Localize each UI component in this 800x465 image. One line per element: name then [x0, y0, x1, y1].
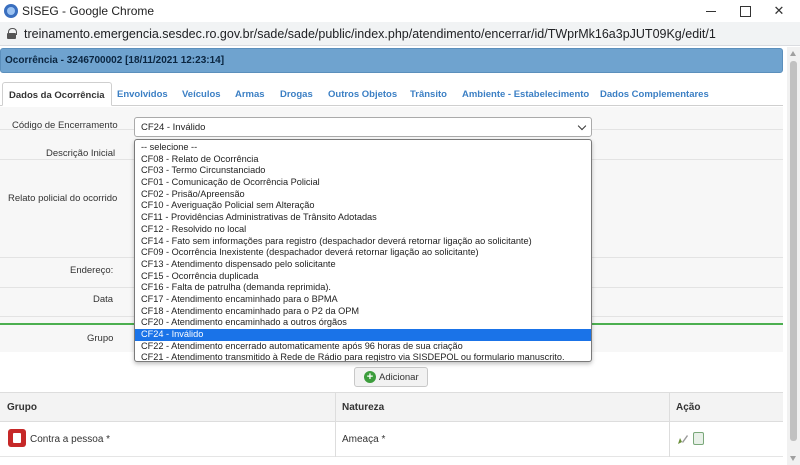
scroll-up-icon[interactable]: [790, 51, 796, 56]
codigo-encerramento-label: Código de Encerramento: [12, 120, 118, 131]
tab-drogas[interactable]: Drogas: [280, 82, 313, 106]
tab-dados-ocorrencia[interactable]: Dados da Ocorrência: [2, 82, 112, 106]
header-acao: Ação: [676, 402, 701, 413]
tab-armas[interactable]: Armas: [235, 82, 265, 106]
add-button[interactable]: + Adicionar: [354, 367, 428, 387]
relato-policial-label: Relato policial do ocorrido: [8, 193, 118, 204]
tab-ambiente-estabelecimento[interactable]: Ambiente - Estabelecimento: [462, 82, 589, 106]
dropdown-option[interactable]: CF20 - Atendimento encaminhado a outros …: [135, 317, 591, 329]
column-divider: [335, 392, 336, 457]
dropdown-option[interactable]: CF15 - Ocorrência duplicada: [135, 271, 591, 283]
descricao-inicial-label: Descrição Inicial: [46, 148, 116, 159]
tab-transito[interactable]: Trânsito: [410, 82, 447, 106]
window-title: SISEG - Google Chrome: [22, 4, 155, 18]
dropdown-option[interactable]: CF08 - Relato de Ocorrência: [135, 154, 591, 166]
tab-envolvidos[interactable]: Envolvidos: [117, 82, 168, 106]
grupo-label: Grupo: [87, 333, 114, 344]
tab-dados-complementares[interactable]: Dados Complementares: [600, 82, 709, 106]
plus-icon: +: [364, 371, 376, 383]
siseg-app-icon: [4, 4, 18, 18]
scrollbar-thumb[interactable]: [790, 61, 797, 441]
dropdown-option[interactable]: CF02 - Prisão/Apreensão: [135, 189, 591, 201]
dropdown-option[interactable]: CF21 - Atendimento transmitido à Rede de…: [135, 352, 591, 361]
dropdown-option[interactable]: CF22 - Atendimento encerrado automaticam…: [135, 341, 591, 353]
minimize-button[interactable]: [694, 0, 728, 22]
tab-veiculos[interactable]: Veículos: [182, 82, 221, 106]
url-text[interactable]: treinamento.emergencia.sesdec.ro.gov.br/…: [24, 27, 716, 41]
document-icon: [8, 429, 26, 447]
dropdown-option[interactable]: CF03 - Termo Circunstanciado: [135, 165, 591, 177]
page-scrollbar[interactable]: [787, 47, 800, 465]
cell-grupo: Contra a pessoa *: [30, 434, 111, 445]
scroll-down-icon[interactable]: [790, 456, 796, 461]
cell-natureza: Ameaça *: [342, 434, 386, 445]
dropdown-option[interactable]: CF11 - Providências Administrativas de T…: [135, 212, 591, 224]
maximize-button[interactable]: [728, 0, 762, 22]
data-label: Data: [93, 294, 114, 305]
add-button-label: Adicionar: [379, 372, 419, 383]
dropdown-option[interactable]: CF10 - Averiguação Policial sem Alteraçã…: [135, 200, 591, 212]
dropdown-option[interactable]: CF14 - Fato sem informações para registr…: [135, 236, 591, 248]
table-header-row: Grupo Natureza Ação: [0, 392, 783, 422]
delete-icon[interactable]: [693, 432, 704, 445]
dropdown-option[interactable]: CF13 - Atendimento dispensado pelo solic…: [135, 259, 591, 271]
dropdown-option[interactable]: CF01 - Comunicação de Ocorrência Policia…: [135, 177, 591, 189]
tab-outros-objetos[interactable]: Outros Objetos: [328, 82, 397, 106]
column-divider: [669, 392, 670, 457]
dropdown-option[interactable]: CF09 - Ocorrência Inexistente (despachad…: [135, 247, 591, 259]
page-content: Ocorrência - 3246700002 [18/11/2021 12:2…: [0, 47, 787, 465]
edit-icon[interactable]: [677, 433, 689, 445]
chevron-down-icon: [577, 121, 587, 131]
dropdown-option[interactable]: CF17 - Atendimento encaminhado para o BP…: [135, 294, 591, 306]
dropdown-option-selected[interactable]: CF24 - Inválido: [135, 329, 591, 341]
table-row: Contra a pessoa * Ameaça *: [0, 422, 783, 457]
dropdown-option[interactable]: CF16 - Falta de patrulha (demanda reprim…: [135, 282, 591, 294]
header-natureza: Natureza: [342, 402, 385, 413]
window-titlebar: SISEG - Google Chrome ✕: [0, 0, 800, 22]
header-grupo: Grupo: [7, 402, 37, 413]
close-button[interactable]: ✕: [762, 0, 796, 22]
address-bar[interactable]: treinamento.emergencia.sesdec.ro.gov.br/…: [0, 22, 800, 46]
dropdown-option[interactable]: CF18 - Atendimento encaminhado para o P2…: [135, 306, 591, 318]
codigo-encerramento-dropdown[interactable]: -- selecione -- CF08 - Relato de Ocorrên…: [134, 139, 592, 362]
lock-icon[interactable]: [7, 28, 17, 39]
codigo-encerramento-select[interactable]: CF24 - Inválido: [134, 117, 592, 137]
dropdown-option[interactable]: -- selecione --: [135, 142, 591, 154]
dropdown-option[interactable]: CF12 - Resolvido no local: [135, 224, 591, 236]
endereco-label: Endereço:: [70, 265, 114, 276]
occurrence-header: Ocorrência - 3246700002 [18/11/2021 12:2…: [0, 48, 783, 73]
select-value: CF24 - Inválido: [141, 122, 206, 133]
tab-bar: Dados da Ocorrência Envolvidos Veículos …: [0, 80, 783, 106]
